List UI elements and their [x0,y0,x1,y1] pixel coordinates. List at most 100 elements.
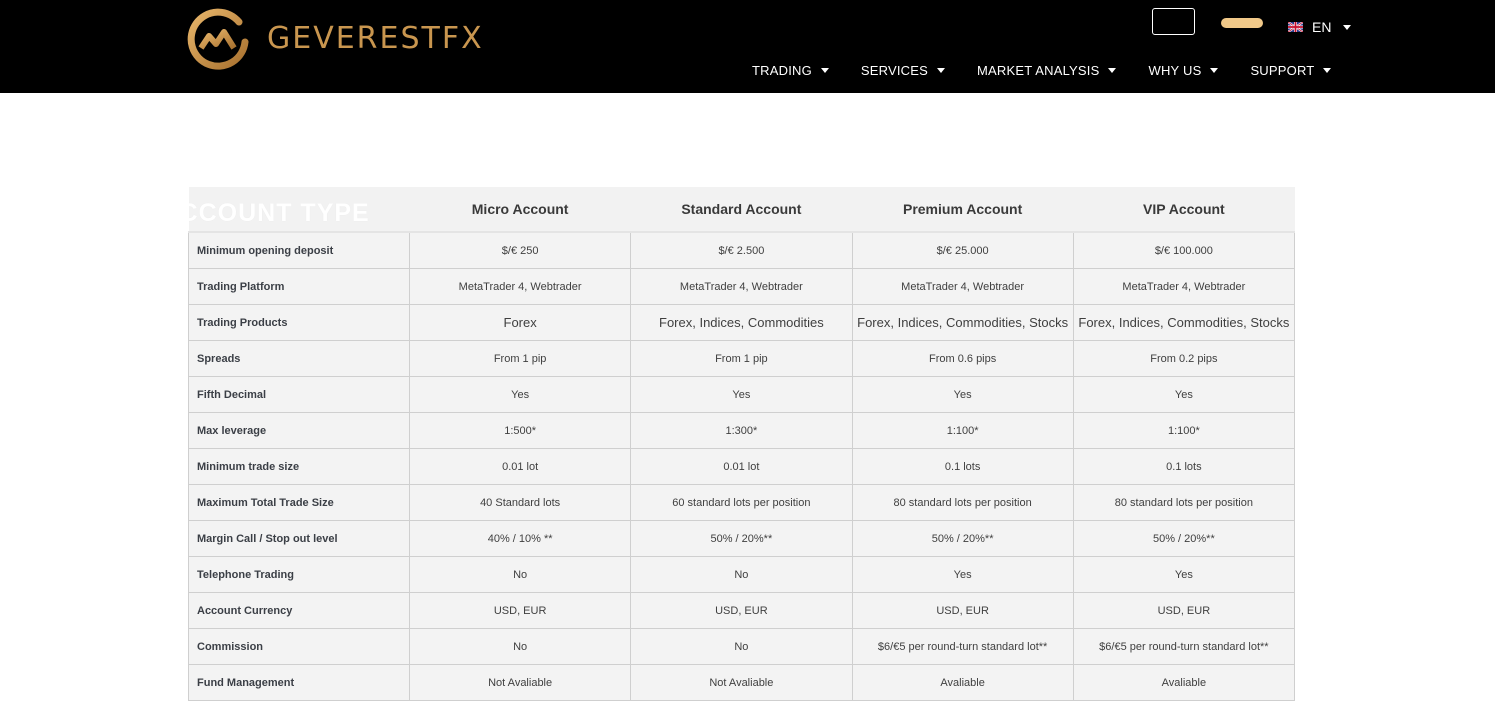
table-cell: Yes [1072,376,1296,413]
row-label: Trading Platform [188,268,410,305]
table-cell: USD, EUR [851,592,1074,629]
table-cell: USD, EUR [1072,592,1296,629]
table-cell: MetaTrader 4, Webtrader [851,268,1074,305]
open-account-button[interactable] [1221,18,1263,28]
table-header-row: ACCOUNT TYPE Micro Account Standard Acco… [188,187,1295,233]
table-cell: Avaliable [1072,664,1296,701]
table-cell: Yes [1072,556,1296,593]
table-row: Margin Call / Stop out level 40% / 10% **… [188,520,1296,557]
comparison-table: ACCOUNT TYPE Micro Account Standard Acco… [188,187,1296,701]
table-cell: Yes [408,376,632,413]
table-row: Minimum opening deposit $/€ 250 $/€ 2.500 $… [188,231,1296,269]
nav-label: TRADING [752,62,812,78]
chevron-down-icon [1323,67,1332,73]
table-cell: From 1 pip [408,340,632,377]
table-cell: $/€ 250 [408,231,632,269]
table-cell: $/€ 25.000 [851,231,1074,269]
row-label: Commission [188,628,410,665]
table-row: Trading Products Forex Forex, Indices, Com… [188,304,1296,341]
nav-support[interactable]: SUPPORT [1250,62,1332,78]
mountain-logo-icon [187,8,249,70]
language-selector[interactable]: EN [1288,18,1352,36]
table-cell: $/€ 100.000 [1072,231,1296,269]
table-cell: 0.01 lot [408,448,632,485]
chevron-down-icon [1343,24,1352,30]
main-nav: TRADING SERVICES MARKET ANALYSIS WHY US … [752,62,1332,78]
table-cell: 1:500* [408,412,632,449]
table-row: Account Currency USD, EUR USD, EUR USD, EUR… [188,592,1296,629]
table-cell: Not Avaliable [408,664,632,701]
table-cell: From 1 pip [630,340,853,377]
nav-label: WHY US [1148,62,1202,78]
row-label: Telephone Trading [188,556,410,593]
site-header: GEVERESTFX EN TRADING SERVICES MARKET AN… [0,0,1495,93]
table-row: Fund Management Not Avaliable Not Avaliabl… [188,664,1296,701]
table-cell: Yes [851,376,1074,413]
table-cell: MetaTrader 4, Webtrader [630,268,853,305]
table-cell: 0.1 lots [1072,448,1296,485]
table-row: Fifth Decimal Yes Yes Yes Yes [188,376,1296,413]
table-row: Spreads From 1 pip From 1 pip From 0.6 pips… [188,340,1296,377]
table-cell: USD, EUR [408,592,632,629]
brand-logo[interactable]: GEVERESTFX [187,8,484,70]
nav-label: SERVICES [860,62,929,78]
table-cell: Forex, Indices, Commodities [630,304,853,341]
table-cell: 0.1 lots [851,448,1074,485]
table-row: Telephone Trading No No Yes Yes [188,556,1296,593]
chevron-down-icon [1108,67,1117,73]
table-cell: No [408,556,632,593]
nav-why-us[interactable]: WHY US [1148,62,1219,78]
table-cell: Avaliable [851,664,1074,701]
row-label: Minimum trade size [188,448,410,485]
table-cell: USD, EUR [630,592,853,629]
row-label: Fund Management [188,664,410,701]
table-cell: 80 standard lots per position [851,484,1074,521]
nav-label: SUPPORT [1250,62,1315,78]
language-label: EN [1312,19,1332,35]
login-button[interactable] [1152,8,1195,35]
table-cell: MetaTrader 4, Webtrader [1072,268,1296,305]
table-cell: Forex, Indices, Commodities, Stocks [851,304,1074,341]
table-cell: $6/€5 per round-turn standard lot** [1072,628,1296,665]
table-cell: 1:100* [851,412,1074,449]
row-label: Trading Products [188,304,410,341]
table-cell: Forex [408,304,632,341]
table-row: Maximum Total Trade Size 40 Standard lots… [188,484,1296,521]
brand-name: GEVERESTFX [267,21,484,56]
table-row: Minimum trade size 0.01 lot 0.01 lot 0.1 lo… [188,448,1296,485]
nav-trading[interactable]: TRADING [752,63,829,78]
table-cell: $6/€5 per round-turn standard lot** [851,628,1074,665]
row-label: Max leverage [188,412,410,449]
account-type-heading: ACCOUNT TYPE [188,187,410,233]
row-label: Margin Call / Stop out level [188,520,410,557]
table-cell: Yes [630,376,853,413]
table-cell: From 0.6 pips [851,340,1074,377]
chevron-down-icon [1210,67,1219,73]
row-label: Spreads [188,340,410,377]
table-cell: No [630,556,853,593]
nav-label: MARKET ANALYSIS [977,62,1100,78]
table-cell: 50% / 20%** [630,520,853,557]
row-label: Account Currency [188,592,410,629]
table-cell: MetaTrader 4, Webtrader [408,268,632,305]
table-cell: From 0.2 pips [1072,340,1296,377]
table-cell: 1:300* [630,412,853,449]
account-comparison-table: ACCOUNT TYPE Micro Account Standard Acco… [188,187,1296,701]
uk-flag-icon [1288,22,1303,32]
nav-services[interactable]: SERVICES [860,62,946,78]
table-cell: Not Avaliable [630,664,853,701]
table-row: Trading Platform MetaTrader 4, Webtrader M… [188,268,1296,305]
table-cell: No [408,628,632,665]
column-header: VIP Account [1073,187,1295,233]
chevron-down-icon [937,67,946,73]
column-header: Standard Account [630,187,852,233]
chevron-down-icon [820,67,829,73]
nav-market-analysis[interactable]: MARKET ANALYSIS [977,62,1117,78]
table-cell: 60 standard lots per position [630,484,853,521]
table-cell: 0.01 lot [630,448,853,485]
table-cell: 50% / 20%** [1072,520,1296,557]
table-cell: $/€ 2.500 [630,231,853,269]
row-label: Fifth Decimal [188,376,410,413]
table-cell: 1:100* [1072,412,1296,449]
table-cell: 40 Standard lots [408,484,632,521]
